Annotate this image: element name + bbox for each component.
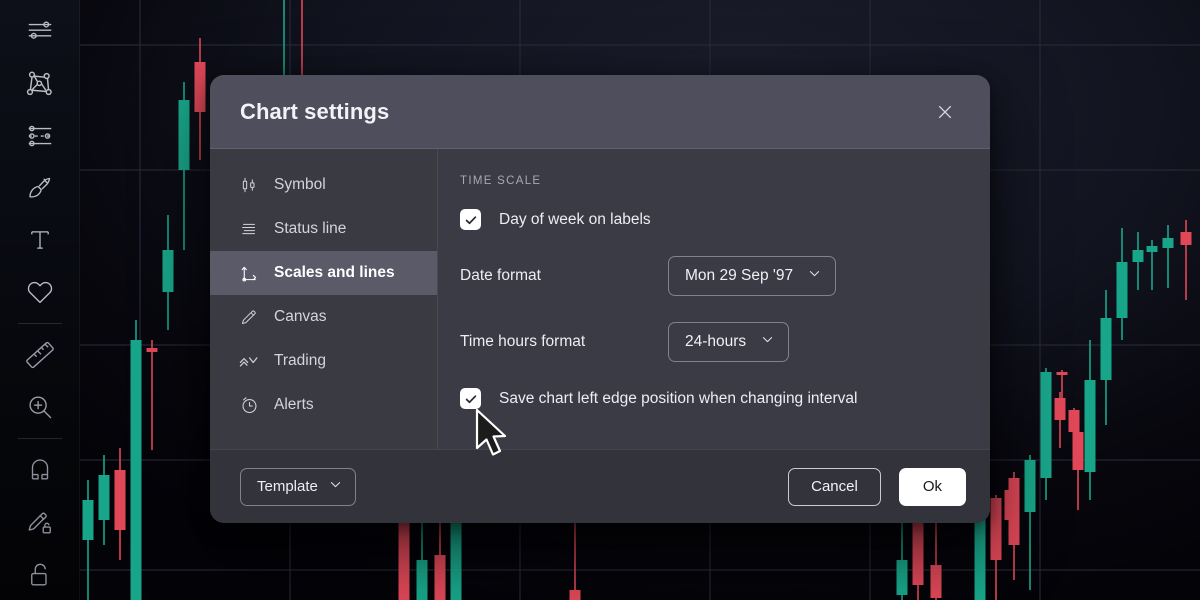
sidebar-item-trading[interactable]: Trading xyxy=(210,339,437,383)
lock-icon[interactable] xyxy=(12,548,68,600)
toolbar-divider-2 xyxy=(17,437,62,439)
chevron-down-icon xyxy=(328,477,343,496)
template-button[interactable]: Template xyxy=(240,467,356,506)
sidebar-item-label: Scales and lines xyxy=(274,264,395,281)
settings-lines-icon[interactable] xyxy=(12,110,68,162)
zoom-in-icon[interactable] xyxy=(12,381,68,433)
date-format-label: Date format xyxy=(460,267,541,284)
chart-settings-dialog[interactable]: Chart settings Symbol Status line Scales… xyxy=(210,75,990,523)
dialog-body: Symbol Status line Scales and lines Canv… xyxy=(210,149,990,449)
time-hours-format-value: 24-hours xyxy=(685,333,747,350)
chevron-down-icon xyxy=(760,332,775,352)
date-format-row: Date format Mon 29 Sep '97 xyxy=(460,256,990,296)
sidebar-item-label: Canvas xyxy=(274,308,327,325)
pencil-lock-icon[interactable] xyxy=(12,496,68,548)
sidebar-item-symbol[interactable]: Symbol xyxy=(210,163,437,207)
day-of-week-label: Day of week on labels xyxy=(499,210,651,228)
trading-chevrons-icon xyxy=(238,350,260,372)
text-icon[interactable] xyxy=(12,214,68,266)
save-left-edge-label: Save chart left edge position when chang… xyxy=(499,389,858,407)
section-title-time-scale: TIME SCALE xyxy=(460,175,542,187)
sidebar-item-status-line[interactable]: Status line xyxy=(210,207,437,251)
save-left-edge-row: Save chart left edge position when chang… xyxy=(460,388,990,409)
dialog-content-panel: TIME SCALE Day of week on labels Date fo… xyxy=(438,149,990,449)
date-format-select[interactable]: Mon 29 Sep '97 xyxy=(668,256,837,296)
chevron-down-icon xyxy=(807,266,822,286)
heart-icon[interactable] xyxy=(12,266,68,318)
sidebar-item-label: Trading xyxy=(274,352,326,369)
alarm-clock-icon xyxy=(238,394,260,416)
sidebar-item-canvas[interactable]: Canvas xyxy=(210,295,437,339)
time-hours-format-row: Time hours format 24-hours xyxy=(460,322,990,362)
status-line-icon xyxy=(238,218,260,240)
dialog-sidebar[interactable]: Symbol Status line Scales and lines Canv… xyxy=(210,149,438,449)
brush-icon[interactable] xyxy=(12,162,68,214)
ruler-icon[interactable] xyxy=(12,329,68,381)
magnet-icon[interactable] xyxy=(12,444,68,496)
pencil-icon xyxy=(238,306,260,328)
candlestick-icon xyxy=(238,174,260,196)
sidebar-item-alerts[interactable]: Alerts xyxy=(210,383,437,427)
day-of-week-checkbox[interactable] xyxy=(460,209,481,230)
graph-nodes-icon[interactable] xyxy=(12,58,68,110)
template-button-label: Template xyxy=(257,478,318,495)
footer-actions: Cancel Ok xyxy=(788,467,966,506)
time-hours-format-label: Time hours format xyxy=(460,333,586,350)
date-format-value: Mon 29 Sep '97 xyxy=(685,267,794,284)
close-icon[interactable] xyxy=(928,95,962,129)
time-hours-format-select[interactable]: 24-hours xyxy=(668,322,790,362)
sidebar-item-label: Symbol xyxy=(274,176,326,193)
ok-button[interactable]: Ok xyxy=(898,467,966,506)
page-title: Chart settings xyxy=(240,98,390,124)
day-of-week-row: Day of week on labels xyxy=(460,209,990,230)
dialog-footer: Template Cancel Ok xyxy=(210,449,990,523)
sidebar-item-scales-and-lines[interactable]: Scales and lines xyxy=(210,251,437,295)
toolbar-divider xyxy=(17,323,62,324)
drawing-tools-toolbar[interactable] xyxy=(0,0,80,600)
save-left-edge-checkbox[interactable] xyxy=(460,388,481,409)
cancel-button[interactable]: Cancel xyxy=(788,467,881,506)
sidebar-item-label: Alerts xyxy=(274,396,314,413)
sliders-icon[interactable] xyxy=(12,6,68,58)
sidebar-item-label: Status line xyxy=(274,220,347,237)
dialog-header: Chart settings xyxy=(210,75,990,149)
axes-icon xyxy=(238,262,260,284)
